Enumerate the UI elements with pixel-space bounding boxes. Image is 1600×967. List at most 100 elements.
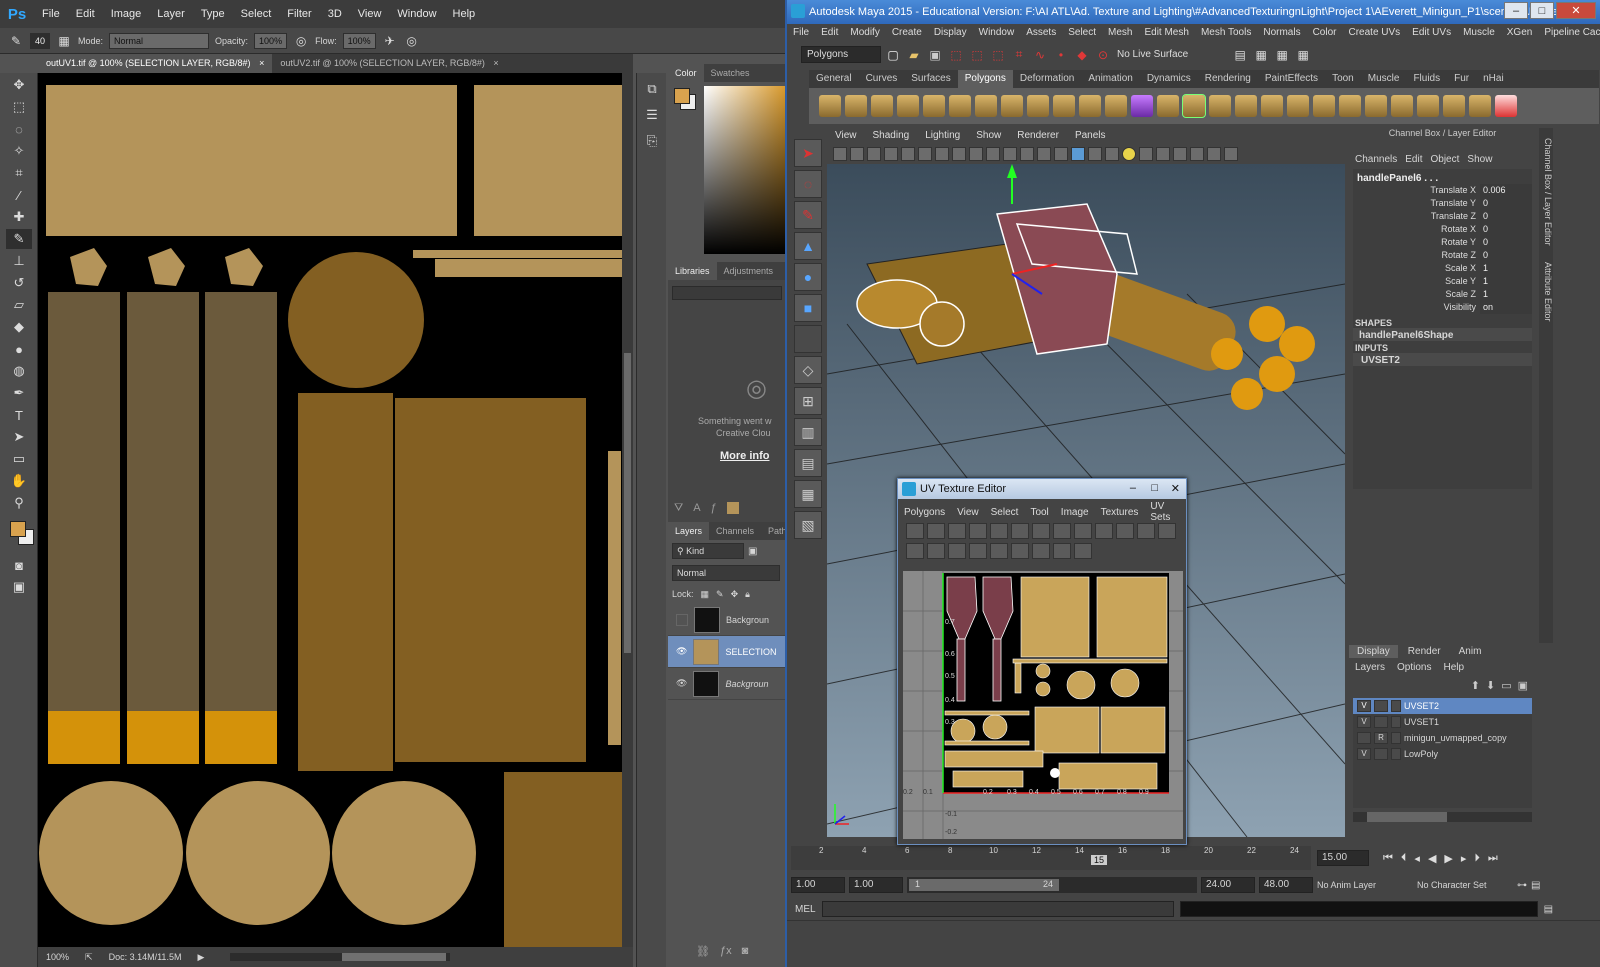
eye-icon[interactable]: 👁︎ [676, 646, 687, 657]
dodge-tool-icon[interactable]: ◍ [6, 361, 32, 381]
shelf-tab-curves[interactable]: Curves [859, 70, 905, 88]
doc-tab-outuv1[interactable]: outUV1.tif @ 100% (SELECTION LAYER, RGB/… [38, 54, 273, 73]
sew-uv-icon[interactable] [1053, 523, 1071, 539]
mel-label[interactable]: MEL [795, 904, 816, 915]
shelf-tab-surfaces[interactable]: Surfaces [904, 70, 957, 88]
shelf-tab-muscle[interactable]: Muscle [1361, 70, 1407, 88]
eraser-tool-icon[interactable]: ▱ [6, 295, 32, 315]
channel-value[interactable]: 1 [1480, 262, 1532, 275]
lasso-tool-icon[interactable]: ◌ [794, 170, 822, 198]
uv-auto-icon[interactable] [1391, 95, 1413, 117]
add-text-icon[interactable]: A [693, 502, 700, 515]
anim-layer-select[interactable]: No Anim Layer [1317, 880, 1413, 890]
uv-cylindrical-icon[interactable] [1417, 95, 1439, 117]
brush-panel-icon[interactable]: ▦ [56, 33, 72, 49]
layer-name[interactable]: UVSET1 [1404, 717, 1439, 727]
uv-spherical-icon[interactable] [1443, 95, 1465, 117]
lock-all-icon[interactable]: 🔒︎ [745, 589, 750, 600]
grid-uv-icon[interactable] [1116, 523, 1134, 539]
layer-name[interactable]: LowPoly [1404, 749, 1438, 759]
tab-anim[interactable]: Anim [1451, 645, 1490, 658]
uv-close-button[interactable]: ✕ [1171, 482, 1180, 495]
lasso-tool-icon[interactable]: ◌ [6, 119, 32, 139]
vp-menu-panels[interactable]: Panels [1067, 128, 1114, 144]
shelf-tab-polygons[interactable]: Polygons [957, 70, 1013, 88]
channel-row[interactable]: Translate Z 0 [1353, 210, 1532, 223]
open-scene-icon[interactable]: ▰ [905, 46, 923, 64]
tab-channels[interactable]: Channels [709, 522, 761, 540]
make-live-icon[interactable]: ⊙ [1094, 46, 1112, 64]
maya-menu-create-uvs[interactable]: Create UVs [1342, 27, 1406, 38]
layer-fx-icon[interactable]: ƒx [720, 945, 732, 957]
layer-kind-filter[interactable]: ⚲ Kind [672, 543, 744, 559]
maya-menu-select[interactable]: Select [1062, 27, 1102, 38]
ps-menu-view[interactable]: View [350, 8, 390, 20]
tab-libraries[interactable]: Libraries [668, 262, 717, 280]
layer-visibility-toggle[interactable]: V [1357, 748, 1371, 760]
maya-menu-assets[interactable]: Assets [1020, 27, 1062, 38]
channel-row[interactable]: Scale Z 1 [1353, 288, 1532, 301]
single-perspective-layout-icon[interactable]: ◇ [794, 356, 822, 384]
lock-position-icon[interactable]: ✥ [731, 589, 739, 600]
channel-row[interactable]: Rotate Y 0 [1353, 236, 1532, 249]
maya-menu-display[interactable]: Display [928, 27, 973, 38]
channel-value[interactable]: on [1480, 301, 1532, 314]
anti-aliasing-icon[interactable] [1190, 147, 1204, 161]
eye-icon[interactable]: 👁︎ [676, 678, 687, 689]
channel-value[interactable]: 0 [1480, 197, 1532, 210]
shelf-tab-painteffects[interactable]: PaintEffects [1258, 70, 1325, 88]
paint-bucket-tool-icon[interactable]: ◆ [6, 317, 32, 337]
ps-menu-help[interactable]: Help [445, 8, 484, 20]
poly-plane-icon[interactable] [923, 95, 945, 117]
display-image-icon[interactable] [906, 542, 924, 559]
save-scene-icon[interactable]: ▣ [926, 46, 944, 64]
shelf-tab-fluids[interactable]: Fluids [1406, 70, 1447, 88]
gate-mask-icon[interactable] [986, 147, 1000, 161]
add-color-swatch-icon[interactable] [726, 502, 739, 514]
insert-edge-loop-icon[interactable] [1287, 95, 1309, 117]
maya-menu-pipeline-cache[interactable]: Pipeline Cache [1538, 27, 1600, 38]
flip-v-icon[interactable] [990, 523, 1008, 539]
uv-grid-view[interactable]: 0.2 0.1 0.2 0.3 0.4 0.5 0.6 0.7 0.8 0.9 … [903, 571, 1183, 839]
doc-tab-outuv2[interactable]: outUV2.tif @ 100% (SELECTION LAYER, RGB/… [272, 54, 506, 73]
display-layer-row[interactable]: V UVSET1 [1353, 714, 1532, 730]
poly-cylinder-icon[interactable] [871, 95, 893, 117]
pressure-opacity-icon[interactable]: ◎ [293, 33, 309, 49]
maya-menu-window[interactable]: Window [973, 27, 1021, 38]
shelf-tab-general[interactable]: General [809, 70, 859, 88]
zoom-tool-icon[interactable]: ⚲ [6, 493, 32, 513]
opacity-input[interactable]: 100% [254, 32, 288, 49]
script-editor-icon[interactable]: ▤ [1544, 904, 1553, 915]
textured-icon[interactable] [1105, 147, 1119, 161]
display-layer-row[interactable]: V UVSET2 [1353, 698, 1532, 714]
poly-soccer-icon[interactable] [1027, 95, 1049, 117]
render-current-icon[interactable]: ▦ [1252, 46, 1270, 64]
default-lighting-icon[interactable] [1122, 147, 1136, 161]
channel-row[interactable]: Scale Y 1 [1353, 275, 1532, 288]
poly-torus-icon[interactable] [949, 95, 971, 117]
layer-name[interactable]: SELECTION [725, 647, 776, 657]
move-tool-icon[interactable]: ✥ [6, 75, 32, 95]
color-field[interactable] [704, 86, 785, 254]
history-panel-icon[interactable]: ⧉ [639, 79, 665, 99]
channel-value[interactable]: 1 [1480, 288, 1532, 301]
cycle-uv-icon[interactable] [1074, 542, 1092, 559]
channel-value[interactable]: 0 [1480, 223, 1532, 236]
close-button[interactable]: ✕ [1556, 2, 1596, 19]
maya-menu-mesh[interactable]: Mesh [1102, 27, 1138, 38]
shelf-tab-rendering[interactable]: Rendering [1198, 70, 1258, 88]
ps-menu-edit[interactable]: Edit [68, 8, 103, 20]
layer-visibility-toggle[interactable]: V [1357, 716, 1371, 728]
airbrush-icon[interactable]: ✈ [382, 33, 398, 49]
layer-blend-mode[interactable]: Normal [672, 565, 780, 581]
layer-color-swatch[interactable] [1391, 716, 1401, 728]
layout-icon[interactable] [1095, 523, 1113, 539]
shaded-uv-icon[interactable] [927, 542, 945, 559]
image-plane-icon[interactable] [884, 147, 898, 161]
auto-key-icon[interactable]: ⊶ [1517, 880, 1527, 891]
snap-grid-icon[interactable]: ⌗ [1010, 46, 1028, 64]
tab-adjustments[interactable]: Adjustments [717, 262, 781, 280]
ps-menu-type[interactable]: Type [193, 8, 233, 20]
input-node[interactable]: UVSET2 [1353, 353, 1532, 366]
cb-menu-edit[interactable]: Edit [1405, 154, 1422, 165]
